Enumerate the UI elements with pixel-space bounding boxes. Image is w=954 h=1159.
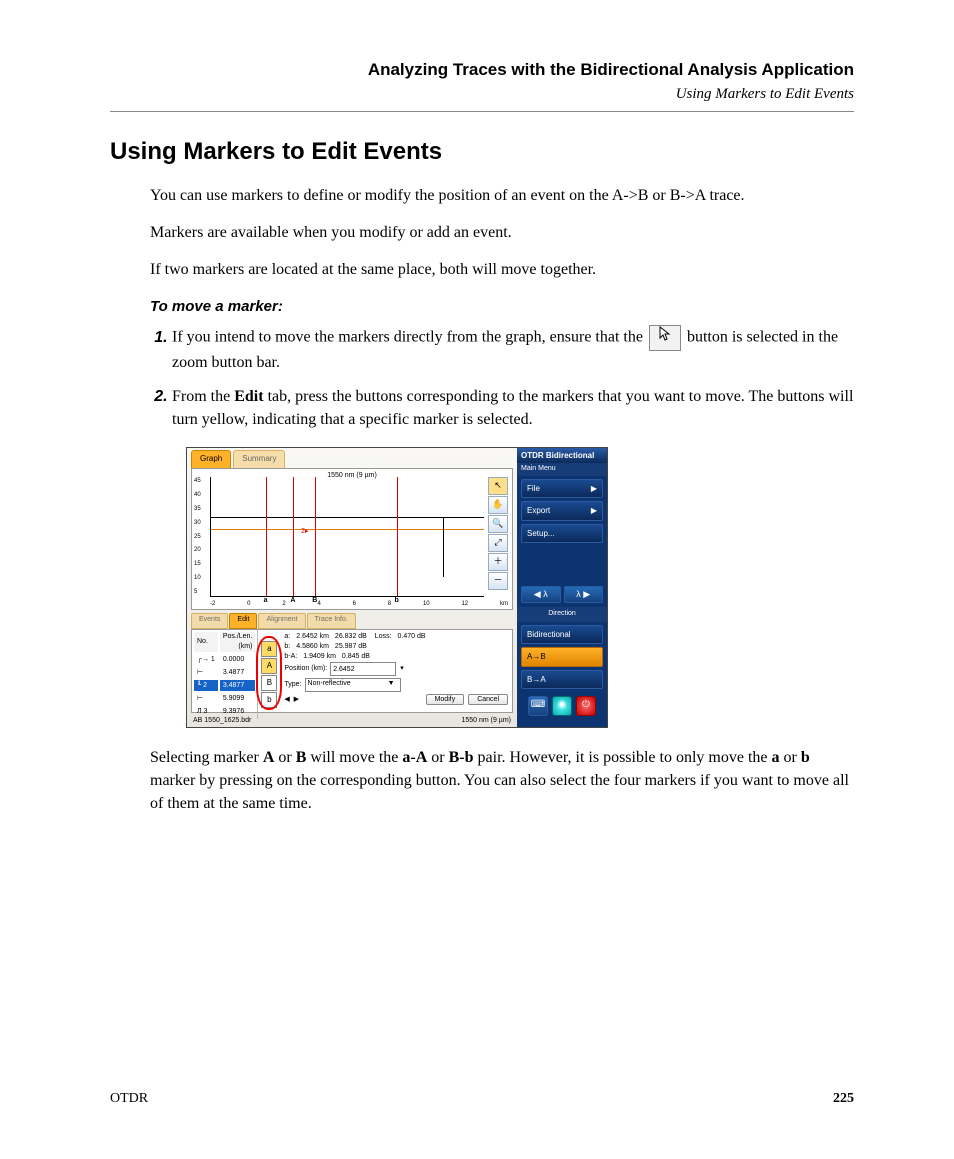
tab-summary[interactable]: Summary <box>233 450 285 468</box>
direction-ba-button[interactable]: B→A <box>521 670 603 690</box>
marker-b-line[interactable]: b <box>397 477 398 596</box>
paragraph: Markers are available when you modify or… <box>150 221 854 244</box>
y-axis: 45403530252015105 <box>194 477 201 597</box>
edit-panel: No.Pos./Len.(km) ┌→ 10.0000 ⊢3.4877 ┖ 23… <box>191 629 513 713</box>
table-row[interactable]: ⊢5.9099 <box>194 693 255 704</box>
keyboard-icon[interactable]: ⌨ <box>528 696 548 716</box>
page-header: Analyzing Traces with the Bidirectional … <box>110 60 854 103</box>
zoom-out-button[interactable]: － <box>488 572 508 590</box>
position-input[interactable] <box>330 662 396 676</box>
edit-tab-ref: Edit <box>234 388 263 405</box>
marker-B-line[interactable]: B <box>315 477 316 596</box>
position-label: Position (km): <box>284 664 327 674</box>
prev-wavelength-button[interactable]: ◀ λ <box>521 586 561 603</box>
paragraph: Selecting marker A or B will move the a-… <box>150 746 854 816</box>
tab-edit[interactable]: Edit <box>229 613 257 629</box>
plot-area: a A 2▸ B b <box>210 477 484 597</box>
page-number: 225 <box>833 1091 854 1107</box>
procedure-heading: To move a marker: <box>150 296 854 318</box>
next-wavelength-button[interactable]: λ ▶ <box>564 586 604 603</box>
step-2: From the Edit tab, press the buttons cor… <box>172 385 854 431</box>
chapter-title: Analyzing Traces with the Bidirectional … <box>110 60 854 80</box>
paragraph: If two markers are located at the same p… <box>150 258 854 281</box>
step-text: If you intend to move the markers direct… <box>172 329 647 346</box>
table-row[interactable]: ┌→ 10.0000 <box>194 654 255 665</box>
table-row[interactable]: Л 39.3976 <box>194 706 255 717</box>
cursor-tool-icon <box>649 325 681 351</box>
marker-fields: a:2.6452 km26.832 dB Loss:0.470 dB b:4.5… <box>280 630 512 712</box>
type-select[interactable]: Non-reflective▼ <box>305 678 401 692</box>
x-axis: -2024681012km <box>210 600 508 609</box>
modify-button[interactable]: Modify <box>426 694 465 705</box>
tab-traceinfo[interactable]: Trace Info. <box>307 613 356 629</box>
file-menu-button[interactable]: File▶ <box>521 479 603 499</box>
section-breadcrumb: Using Markers to Edit Events <box>110 86 854 103</box>
zoom-toolbox: ↖ ✋ 🔍 ⤢ ＋ － <box>488 477 508 591</box>
tab-alignment[interactable]: Alignment <box>258 613 305 629</box>
step-text: tab, press the buttons corresponding to … <box>172 388 853 428</box>
app-title: OTDR Bidirectional <box>517 448 607 464</box>
trace-graph[interactable]: 1550 nm (9 µm) 45403530252015105 a A 2▸ … <box>191 468 513 610</box>
side-panel: OTDR Bidirectional Main Menu File▶ Expor… <box>517 448 607 727</box>
zoom-in-button[interactable]: ＋ <box>488 553 508 571</box>
step-1: If you intend to move the markers direct… <box>172 325 854 374</box>
direction-ab-button[interactable]: A→B <box>521 647 603 667</box>
header-rule <box>110 111 854 112</box>
paragraph: You can use markers to define or modify … <box>150 184 854 207</box>
app-screenshot: Graph Summary 1550 nm (9 µm) 45403530252… <box>186 447 608 728</box>
zoom-tool-button[interactable]: 🔍 <box>488 515 508 533</box>
procedure-steps: If you intend to move the markers direct… <box>150 325 854 431</box>
table-row-selected[interactable]: ┖ 23.4877 <box>194 680 255 691</box>
tab-events[interactable]: Events <box>191 613 228 629</box>
zoom-full-button[interactable]: ⤢ <box>488 534 508 552</box>
cursor-tool-button[interactable]: ↖ <box>488 477 508 495</box>
direction-bidi-button[interactable]: Bidirectional <box>521 625 603 645</box>
cancel-button[interactable]: Cancel <box>468 694 508 705</box>
body-text: You can use markers to define or modify … <box>150 184 854 816</box>
page-title: Using Markers to Edit Events <box>110 138 854 166</box>
step-text: From the <box>172 388 234 405</box>
pan-tool-button[interactable]: ✋ <box>488 496 508 514</box>
help-icon[interactable]: ◉ <box>552 696 572 716</box>
table-row[interactable]: ⊢3.4877 <box>194 667 255 678</box>
tab-graph[interactable]: Graph <box>191 450 231 468</box>
marker-a-line[interactable]: a <box>266 477 267 596</box>
callout-circle-icon <box>256 636 282 710</box>
event-2-label: 2▸ <box>301 527 308 537</box>
setup-menu-button[interactable]: Setup... <box>521 524 603 544</box>
power-icon[interactable]: ⏻ <box>576 696 596 716</box>
type-label: Type: <box>284 680 301 690</box>
wavelength-label: 1550 nm (9 µm) <box>461 716 511 726</box>
page-footer: OTDR 225 <box>110 1091 854 1107</box>
marker-A-line[interactable]: A <box>293 477 294 596</box>
product-name: OTDR <box>110 1091 148 1107</box>
main-menu-label: Main Menu <box>517 463 607 475</box>
event-table[interactable]: No.Pos./Len.(km) ┌→ 10.0000 ⊢3.4877 ┖ 23… <box>192 630 258 719</box>
direction-label: Direction <box>517 607 607 621</box>
export-menu-button[interactable]: Export▶ <box>521 501 603 521</box>
